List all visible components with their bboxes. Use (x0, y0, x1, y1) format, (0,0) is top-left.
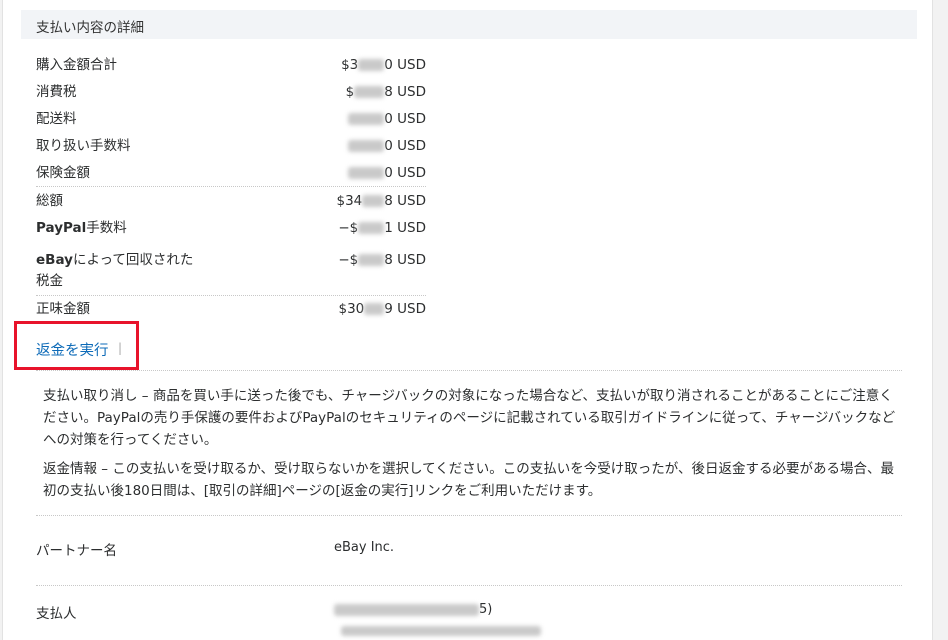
row-value: 0 USD (348, 163, 426, 184)
row-value: −$ 1 USD (338, 220, 426, 236)
row-value: −$ 8 USD (338, 252, 426, 268)
payment-details-panel: 支払い内容の詳細 購入金額合計 $3 0 USD 消費税 $8 USD 配送料 0… (2, 0, 933, 640)
refund-info-notice: 返金情報 – この支払いを受け取るか、受け取らないかを選択してください。この支払… (43, 461, 894, 499)
row-label: 総額 (36, 193, 63, 209)
row-ebay-collected-tax: eBayによって回収された 税金 −$ 8 USD (36, 250, 426, 294)
row-label: 購入金額合計 (36, 57, 117, 73)
row-label: 取り扱い手数料 (36, 138, 131, 154)
row-label: 消費税 (36, 84, 77, 100)
payer-label: 支払人 (36, 606, 77, 622)
divider (36, 186, 426, 187)
issue-refund-link[interactable]: 返金を実行 (36, 339, 109, 360)
row-label: 配送料 (36, 111, 77, 127)
row-label: 保険金額 (36, 165, 90, 181)
row-value: $8 USD (345, 84, 426, 100)
row-label: PayPal手数料 (36, 220, 127, 236)
row-value: $3 0 USD (341, 57, 426, 73)
payer-value: 5) (334, 602, 492, 617)
row-value: 0 USD (348, 136, 426, 157)
partner-name-value: eBay Inc. (334, 540, 395, 555)
divider (36, 370, 902, 371)
row-value: $30 9 USD (338, 301, 426, 317)
chargeback-notice: 支払い取り消し – 商品を買い手に送った後でも、チャージバックの対象になった場合… (43, 388, 896, 448)
row-value: 0 USD (348, 109, 426, 130)
divider (36, 295, 426, 296)
row-label: 正味金額 (36, 301, 90, 317)
section-header: 支払い内容の詳細 (21, 10, 917, 39)
divider (36, 515, 902, 516)
partner-name-label: パートナー名 (36, 543, 117, 559)
row-value: $34 8 USD (336, 193, 426, 209)
row-label: eBayによって回収された 税金 (36, 252, 194, 289)
section-title: 支払い内容の詳細 (36, 20, 144, 36)
divider (36, 585, 902, 586)
link-separator: | (118, 341, 123, 355)
